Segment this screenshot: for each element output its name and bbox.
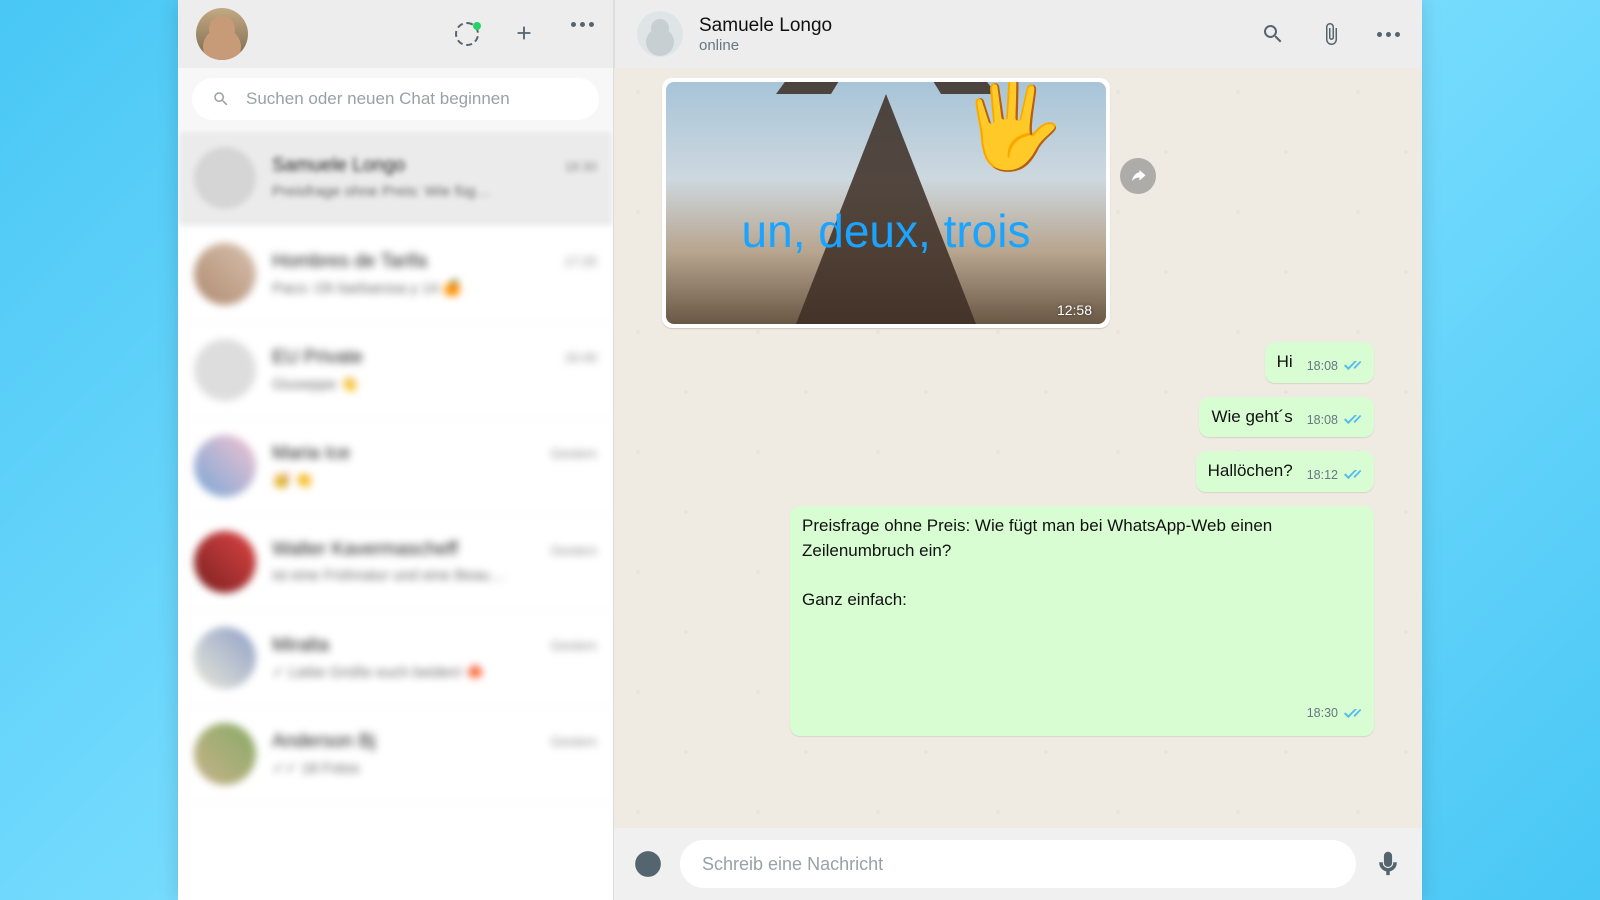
outgoing-message[interactable]: Hallöchen? 18:12 — [1196, 451, 1374, 492]
chat-avatar — [194, 339, 256, 401]
message-time: 18:08 — [1307, 357, 1338, 375]
chat-list[interactable]: Samuele Longo 18:30 Preisfrage ohne Preis… — [178, 130, 613, 900]
chat-name: Maria Ice — [272, 443, 350, 465]
chat-avatar — [194, 243, 256, 305]
chat-name: Anderson Bj — [272, 731, 376, 753]
chat-preview: Paco: Oh barbarosa y 14 🍊 — [272, 279, 597, 297]
messages-area[interactable]: 🖐 un, deux, trois 12:58 Hi 18:08 — [614, 68, 1422, 828]
search-icon — [212, 90, 230, 108]
media-timestamp: 12:58 — [1057, 302, 1092, 318]
contact-info: Samuele Longo online — [699, 15, 832, 54]
chat-header[interactable]: Samuele Longo online — [614, 0, 1422, 68]
chat-time: 17:25 — [564, 254, 597, 269]
chat-actions — [1261, 22, 1400, 46]
chat-preview: ✓✓ 18 Fotos — [272, 759, 597, 777]
media-caption: un, deux, trois — [666, 204, 1106, 258]
chat-name: EU Private — [272, 347, 363, 369]
chat-list-item[interactable]: Samuele Longo 18:30 Preisfrage ohne Preis… — [178, 130, 613, 226]
message-text-line1: Preisfrage ohne Preis: Wie fügt man bei … — [802, 514, 1362, 563]
message-time: 18:12 — [1307, 466, 1338, 484]
contact-status: online — [699, 37, 832, 54]
message-text: Hallöchen? — [1208, 459, 1293, 484]
app-window: Suchen oder neuen Chat beginnen Samuele … — [178, 0, 1422, 900]
microphone-icon[interactable] — [1374, 850, 1402, 878]
chat-avatar — [194, 723, 256, 785]
chat-time: Gestern — [551, 446, 597, 461]
search-input[interactable]: Suchen oder neuen Chat beginnen — [192, 78, 599, 120]
chat-name: Hombres de Tarifa — [272, 251, 427, 273]
chat-preview: 🥳 👏 — [272, 471, 597, 489]
contact-avatar[interactable] — [637, 11, 683, 57]
media-image[interactable]: 🖐 un, deux, trois 12:58 — [666, 82, 1106, 324]
chat-list-item[interactable]: Maria Ice Gestern 🥳 👏 — [178, 418, 613, 514]
chat-time: 16:40 — [564, 350, 597, 365]
read-ticks-icon — [1344, 708, 1362, 720]
chat-preview: Preisfrage ohne Preis: Wie füg… — [272, 183, 597, 200]
chat-list-item[interactable]: Walter Kavermascheff Gestern ist eine Frü… — [178, 514, 613, 610]
outgoing-message[interactable]: Hi 18:08 — [1265, 342, 1374, 383]
new-chat-icon[interactable] — [513, 22, 537, 46]
own-avatar[interactable] — [196, 8, 248, 60]
chat-menu-icon[interactable] — [1377, 32, 1400, 37]
chat-time: 18:30 — [564, 159, 597, 174]
chat-avatar — [194, 627, 256, 689]
sidebar-actions — [455, 22, 595, 46]
search-in-chat-icon[interactable] — [1261, 22, 1285, 46]
outgoing-message[interactable]: Wie geht´s 18:08 — [1199, 397, 1374, 438]
search-bar: Suchen oder neuen Chat beginnen — [178, 68, 613, 130]
hand-emoji-icon: 🖐 — [959, 82, 1066, 168]
chat-name: Walter Kavermascheff — [272, 539, 458, 561]
composer: Schreib eine Nachricht — [614, 828, 1422, 900]
read-ticks-icon — [1344, 469, 1362, 481]
chat-name: Miralta — [272, 635, 329, 657]
chat-list-item[interactable]: Anderson Bj Gestern ✓✓ 18 Fotos — [178, 706, 613, 802]
message-row: Preisfrage ohne Preis: Wie fügt man bei … — [662, 506, 1374, 736]
message-text: Hi — [1277, 350, 1293, 375]
message-text: Wie geht´s — [1211, 405, 1292, 430]
message-input[interactable]: Schreib eine Nachricht — [680, 840, 1356, 888]
chat-preview: ist eine Frühnatur und eine Beau… — [272, 567, 597, 584]
sidebar-header — [178, 0, 613, 68]
status-icon[interactable] — [455, 22, 479, 46]
chat-avatar — [194, 147, 256, 209]
message-row: Hi 18:08 — [662, 342, 1374, 383]
chat-list-item[interactable]: Miralta Gestern ✓ Liebe Grüße euch beiden… — [178, 610, 613, 706]
chat-preview: Giuseppe 👋 — [272, 375, 597, 393]
chat-time: Gestern — [551, 543, 597, 558]
chat-avatar — [194, 435, 256, 497]
emoji-icon[interactable] — [634, 850, 662, 878]
chat-time: Gestern — [551, 638, 597, 653]
menu-icon[interactable] — [571, 22, 595, 46]
message-input-placeholder: Schreib eine Nachricht — [702, 854, 883, 875]
read-ticks-icon — [1344, 414, 1362, 426]
chat-panel: Samuele Longo online 🖐 un, deux, trois 1… — [614, 0, 1422, 900]
chat-name: Samuele Longo — [272, 155, 405, 177]
chat-time: Gestern — [551, 734, 597, 749]
chat-list-item[interactable]: Hombres de Tarifa 17:25 Paco: Oh barbaros… — [178, 226, 613, 322]
media-bubble[interactable]: 🖐 un, deux, trois 12:58 — [662, 78, 1110, 328]
message-time: 18:08 — [1307, 411, 1338, 429]
message-text-line2: Ganz einfach: — [802, 588, 1362, 613]
outgoing-message[interactable]: Preisfrage ohne Preis: Wie fügt man bei … — [790, 506, 1374, 736]
message-time: 18:30 — [1307, 704, 1338, 722]
attach-icon[interactable] — [1319, 22, 1343, 46]
chat-preview: ✓ Liebe Grüße euch beiden! 🍁 — [272, 663, 597, 681]
contact-name: Samuele Longo — [699, 15, 832, 37]
incoming-media-message[interactable]: 🖐 un, deux, trois 12:58 — [662, 78, 1110, 328]
message-row: Hallöchen? 18:12 — [662, 451, 1374, 492]
message-row: Wie geht´s 18:08 — [662, 397, 1374, 438]
forward-button[interactable] — [1120, 158, 1156, 194]
read-ticks-icon — [1344, 360, 1362, 372]
chat-avatar — [194, 531, 256, 593]
chat-list-item[interactable]: EU Private 16:40 Giuseppe 👋 — [178, 322, 613, 418]
search-placeholder: Suchen oder neuen Chat beginnen — [246, 89, 510, 109]
sidebar: Suchen oder neuen Chat beginnen Samuele … — [178, 0, 614, 900]
